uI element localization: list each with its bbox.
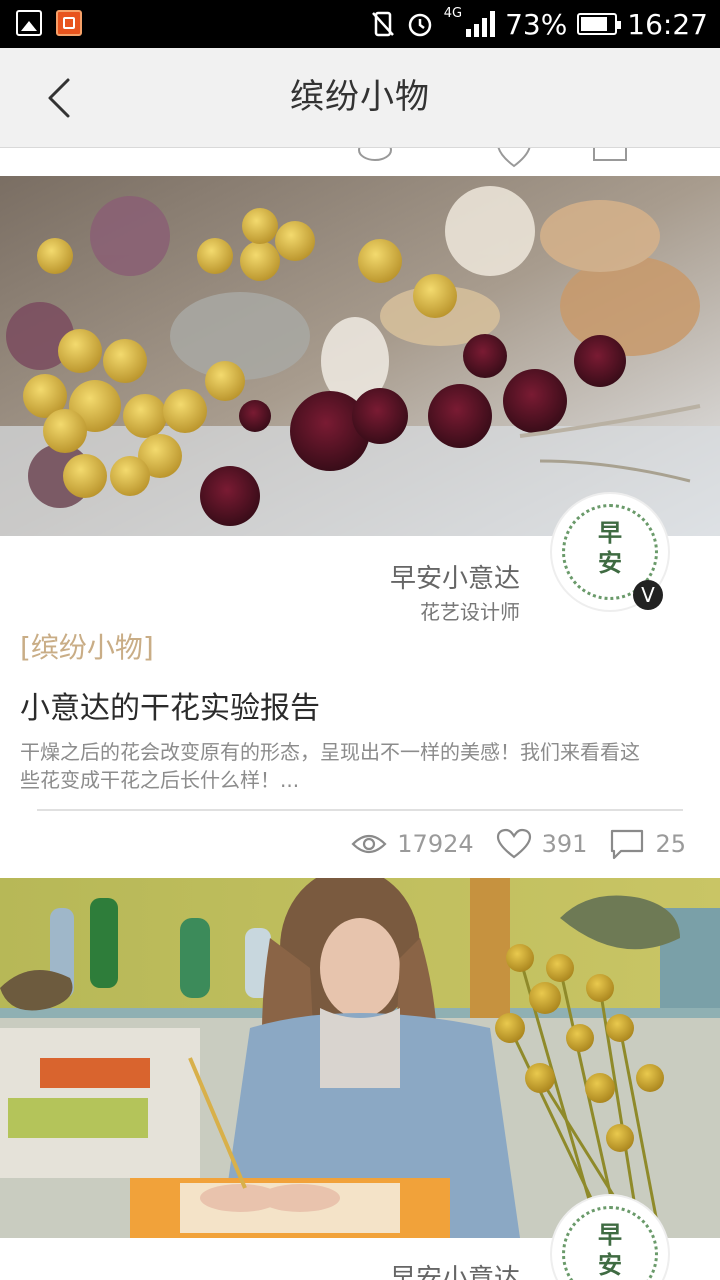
gallery-notification-icon [16,10,42,36]
dried-flowers-photo [0,176,720,536]
post-cover-image[interactable] [0,878,720,1238]
author-role: 花艺设计师 [420,600,520,624]
verified-badge: V [633,580,663,610]
avatar-text: 早安 [598,518,622,577]
post-excerpt: 干燥之后的花会改变原有的形态，呈现出不一样的美感！我们来看看这些花变成干花之后长… [20,740,640,792]
post-cover-image[interactable] [0,176,720,536]
author-name[interactable]: 早安小意达 [390,1258,520,1280]
like-button[interactable]: 391 [496,828,588,860]
clock-time: 16:27 [627,7,708,41]
comment-icon [611,829,644,860]
article-feed[interactable]: 早安 V 早安小意达 花艺设计师 [缤纷小物] 小意达的干花实验报告 干燥之后的… [0,148,720,1280]
post-stats: 17924 391 25 [329,824,686,864]
post-title[interactable]: 小意达的干花实验报告 [20,683,320,727]
status-bar: 4G 73% 16:27 [0,0,720,48]
avatar-text: 早安 [598,1220,622,1279]
alarm-icon [408,13,431,37]
previous-card-stats [0,148,720,170]
vibrate-icon [371,11,394,37]
title-bar: 缤纷小物 [0,48,720,148]
eye-icon [351,834,387,854]
signal-strength-icon [466,11,496,37]
views-stat: 17924 [351,830,474,858]
heart-icon [496,828,531,859]
page-title: 缤纷小物 [290,77,430,117]
post-divider [37,809,683,811]
previous-card-stats-icons [358,148,627,168]
comments-count: 25 [655,830,686,858]
views-count: 17924 [397,830,474,858]
artist-painting-photo [0,878,720,1238]
post-category[interactable]: [缤纷小物] [20,626,154,666]
app-notification-icon [56,10,82,36]
status-indicators: 4G 73% 16:27 [370,0,708,48]
author-name[interactable]: 早安小意达 [390,558,520,595]
likes-count: 391 [541,830,588,858]
notification-icons [16,10,82,36]
network-type-label: 4G [443,6,463,21]
comment-button[interactable]: 25 [609,828,686,860]
battery-icon [577,13,622,35]
battery-percentage: 73% [505,7,568,41]
